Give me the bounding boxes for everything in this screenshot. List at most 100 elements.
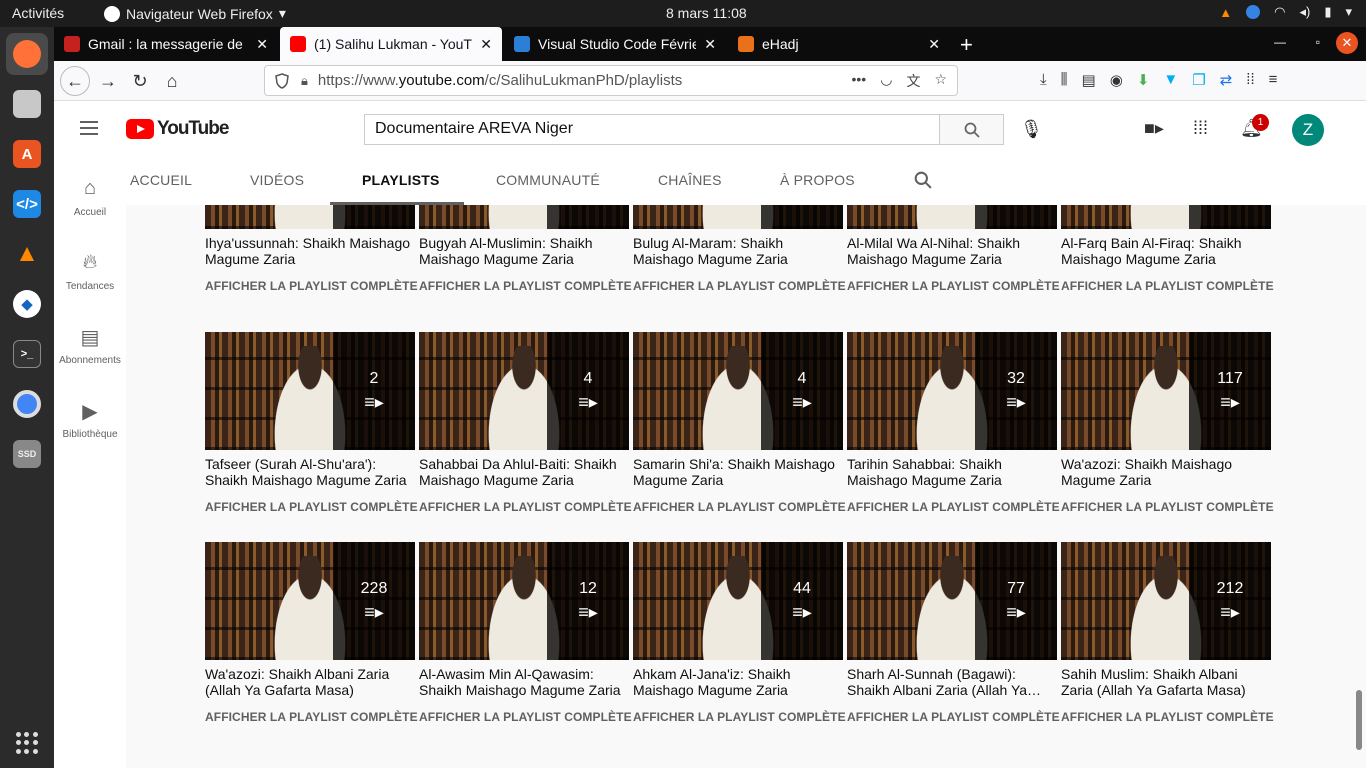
playlist-title[interactable]: Wa'azozi: Shaikh Maishago Magume Zaria: [1061, 456, 1271, 488]
playlist-card[interactable]: 212 ≡▸ Sahih Muslim: Shaikh Albani Zaria (…: [1061, 542, 1274, 724]
dock-terminal[interactable]: >_: [6, 333, 48, 375]
playlist-title[interactable]: Al-Farq Bain Al-Firaq: Shaikh Maishago M…: [1061, 235, 1271, 267]
maximize-icon[interactable]: ▫: [1316, 35, 1320, 49]
close-icon[interactable]: ✕: [928, 36, 940, 53]
dock-vscode[interactable]: </>: [6, 183, 48, 225]
sidebar-icon[interactable]: ▤: [1082, 71, 1096, 89]
view-full-playlist-link[interactable]: AFFICHER LA PLAYLIST COMPLÈTE: [633, 710, 846, 724]
view-full-playlist-link[interactable]: AFFICHER LA PLAYLIST COMPLÈTE: [205, 279, 418, 293]
view-full-playlist-link[interactable]: AFFICHER LA PLAYLIST COMPLÈTE: [847, 500, 1060, 514]
playlist-title[interactable]: Bugyah Al-Muslimin: Shaikh Maishago Magu…: [419, 235, 629, 267]
page-scrollbar[interactable]: [1356, 690, 1362, 750]
extension-copy-icon[interactable]: ❐: [1192, 71, 1205, 89]
playlist-thumbnail[interactable]: 32 ≡▸: [847, 332, 1057, 450]
app-menu[interactable]: Navigateur Web Firefox ▾: [104, 5, 286, 22]
playlist-title[interactable]: Tarihin Sahabbai: Shaikh Maishago Magume…: [847, 456, 1057, 488]
view-full-playlist-link[interactable]: AFFICHER LA PLAYLIST COMPLÈTE: [419, 279, 632, 293]
playlist-title[interactable]: Sahabbai Da Ahlul-Baiti: Shaikh Maishago…: [419, 456, 629, 488]
view-full-playlist-link[interactable]: AFFICHER LA PLAYLIST COMPLÈTE: [1061, 500, 1274, 514]
guide-item-library[interactable]: ▶ Bibliothèque: [54, 399, 126, 440]
playlist-card[interactable]: 12 ≡▸ Al-Awasim Min Al-Qawasim: Shaikh Mai…: [419, 542, 632, 724]
browser-tab-gmail[interactable]: Gmail : la messagerie de ✕: [54, 27, 278, 61]
playlist-card[interactable]: 228 ≡▸ Wa'azozi: Shaikh Albani Zaria (Alla…: [205, 542, 418, 724]
playlist-thumbnail[interactable]: ≡▸: [419, 205, 629, 229]
playlist-card[interactable]: ≡▸ Al-Milal Wa Al-Nihal: Shaikh Maishago …: [847, 205, 1060, 293]
playlist-title[interactable]: Samarin Shi'a: Shaikh Maishago Magume Za…: [633, 456, 843, 488]
close-icon[interactable]: ✕: [256, 36, 268, 53]
playlist-title[interactable]: Ihya'ussunnah: Shaikh Maishago Magume Za…: [205, 235, 415, 267]
view-full-playlist-link[interactable]: AFFICHER LA PLAYLIST COMPLÈTE: [847, 279, 1060, 293]
info-tray-icon[interactable]: [1246, 5, 1261, 19]
playlist-thumbnail[interactable]: 117 ≡▸: [1061, 332, 1271, 450]
playlist-title[interactable]: Sahih Muslim: Shaikh Albani Zaria (Allah…: [1061, 666, 1271, 698]
translate-icon[interactable]: 文: [906, 71, 920, 91]
hamburger-menu-icon[interactable]: [80, 121, 98, 135]
view-full-playlist-link[interactable]: AFFICHER LA PLAYLIST COMPLÈTE: [1061, 710, 1274, 724]
dock-firefox[interactable]: [6, 33, 48, 75]
playlist-thumbnail[interactable]: 44 ≡▸: [633, 542, 843, 660]
playlist-thumbnail[interactable]: 228 ≡▸: [205, 542, 415, 660]
playlist-title[interactable]: Al-Milal Wa Al-Nihal: Shaikh Maishago Ma…: [847, 235, 1057, 267]
library-icon[interactable]: ⫼: [1061, 71, 1068, 89]
dock-files[interactable]: [6, 83, 48, 125]
view-full-playlist-link[interactable]: AFFICHER LA PLAYLIST COMPLÈTE: [419, 500, 632, 514]
address-bar[interactable]: 🔒︎ https://www.youtube.com/c/SalihuLukma…: [264, 65, 958, 96]
youtube-logo[interactable]: YouTube: [126, 118, 229, 140]
vlc-tray-icon[interactable]: ▲: [1219, 5, 1232, 20]
browser-tab-ehadj[interactable]: eHadj ✕: [728, 27, 950, 61]
guide-item-trending[interactable]: 🔥︎ Tendances: [54, 251, 126, 292]
tab-communaute[interactable]: COMMUNAUTÉ: [496, 172, 600, 188]
playlist-card[interactable]: 4 ≡▸ Sahabbai Da Ahlul-Baiti: Shaikh Maish…: [419, 332, 632, 514]
view-full-playlist-link[interactable]: AFFICHER LA PLAYLIST COMPLÈTE: [847, 710, 1060, 724]
volume-icon[interactable]: ◂): [1299, 4, 1310, 20]
playlist-thumbnail[interactable]: ≡▸: [847, 205, 1057, 229]
playlist-card[interactable]: 32 ≡▸ Tarihin Sahabbai: Shaikh Maishago Ma…: [847, 332, 1060, 514]
playlist-thumbnail[interactable]: 212 ≡▸: [1061, 542, 1271, 660]
account-icon[interactable]: ◉: [1110, 71, 1123, 89]
playlist-thumbnail[interactable]: 4 ≡▸: [633, 332, 843, 450]
playlist-thumbnail[interactable]: 2 ≡▸: [205, 332, 415, 450]
browser-tab-vscode[interactable]: Visual Studio Code Févrie ✕: [504, 27, 726, 61]
clock[interactable]: 8 mars 11:08: [666, 5, 747, 21]
reload-icon[interactable]: ↻: [126, 67, 154, 95]
close-icon[interactable]: ✕: [704, 36, 716, 53]
playlist-card[interactable]: ≡▸ Bugyah Al-Muslimin: Shaikh Maishago Ma…: [419, 205, 632, 293]
dock-ssd[interactable]: SSD: [6, 433, 48, 475]
extensions-grid-icon[interactable]: ⁞⁞: [1246, 71, 1254, 89]
new-tab-icon[interactable]: +: [960, 32, 973, 58]
tab-playlists[interactable]: PLAYLISTS: [362, 172, 440, 188]
view-full-playlist-link[interactable]: AFFICHER LA PLAYLIST COMPLÈTE: [633, 279, 846, 293]
tab-accueil[interactable]: ACCUEIL: [130, 172, 192, 188]
view-full-playlist-link[interactable]: AFFICHER LA PLAYLIST COMPLÈTE: [633, 500, 846, 514]
dock-software[interactable]: A: [6, 133, 48, 175]
playlist-card[interactable]: 117 ≡▸ Wa'azozi: Shaikh Maishago Magume Za…: [1061, 332, 1274, 514]
forward-arrow-icon[interactable]: →: [94, 67, 122, 95]
dock-chromium[interactable]: [6, 383, 48, 425]
playlist-title[interactable]: Tafseer (Surah Al-Shu'ara'): Shaikh Mais…: [205, 456, 415, 488]
playlist-thumbnail[interactable]: 12 ≡▸: [419, 542, 629, 660]
url-text[interactable]: https://www.youtube.com/c/SalihuLukmanPh…: [318, 72, 852, 89]
extension-download-icon[interactable]: ⬇: [1137, 71, 1150, 89]
view-full-playlist-link[interactable]: AFFICHER LA PLAYLIST COMPLÈTE: [1061, 279, 1274, 293]
playlist-thumbnail[interactable]: ≡▸: [205, 205, 415, 229]
search-input[interactable]: Documentaire AREVA Niger: [364, 114, 940, 145]
playlist-title[interactable]: Al-Awasim Min Al-Qawasim: Shaikh Maishag…: [419, 666, 629, 698]
wifi-icon[interactable]: ◠: [1274, 4, 1285, 20]
bookmark-star-icon[interactable]: ☆: [934, 71, 947, 91]
guide-item-subscriptions[interactable]: ▤ Abonnements: [54, 325, 126, 366]
extension-pocket-icon[interactable]: ▼: [1163, 71, 1178, 89]
view-full-playlist-link[interactable]: AFFICHER LA PLAYLIST COMPLÈTE: [205, 710, 418, 724]
system-tray[interactable]: ▲ ◠ ◂) ▮ ▾: [1219, 4, 1352, 20]
playlist-card[interactable]: 4 ≡▸ Samarin Shi'a: Shaikh Maishago Magume…: [633, 332, 846, 514]
playlist-card[interactable]: 44 ≡▸ Ahkam Al-Jana'iz: Shaikh Maishago Ma…: [633, 542, 846, 724]
show-applications-icon[interactable]: [16, 732, 38, 754]
playlist-thumbnail[interactable]: ≡▸: [1061, 205, 1271, 229]
playlist-thumbnail[interactable]: 4 ≡▸: [419, 332, 629, 450]
minimize-icon[interactable]: —: [1274, 35, 1286, 49]
microphone-icon[interactable]: 🎙︎: [1020, 119, 1043, 140]
extension-translate-icon[interactable]: ⇄: [1220, 71, 1233, 89]
playlist-card[interactable]: 2 ≡▸ Tafseer (Surah Al-Shu'ara'): Shaikh M…: [205, 332, 418, 514]
browser-tab-youtube[interactable]: (1) Salihu Lukman - YouT ✕: [280, 27, 502, 61]
channel-search-icon[interactable]: [914, 171, 932, 189]
menu-icon[interactable]: ≡: [1269, 71, 1278, 89]
